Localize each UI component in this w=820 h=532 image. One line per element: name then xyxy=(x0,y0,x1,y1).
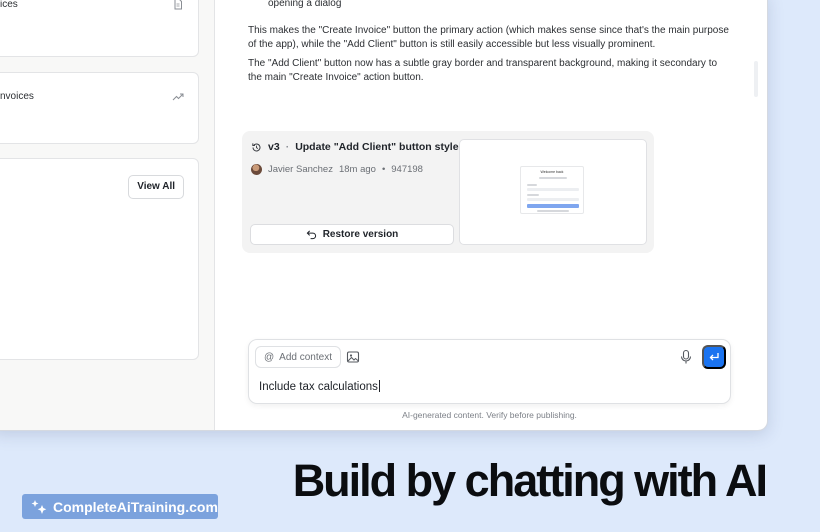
card-title: ices xyxy=(0,0,18,10)
preview-heading: Welcome back xyxy=(540,170,564,174)
avatar xyxy=(251,164,262,175)
separator: · xyxy=(285,141,290,153)
add-context-button[interactable]: @ Add context xyxy=(255,346,341,368)
text-caret xyxy=(378,380,380,392)
trend-up-icon xyxy=(172,93,184,101)
chat-bullet-text: opening a dialog xyxy=(268,0,342,9)
version-number: v3 xyxy=(268,141,280,153)
sparkle-logo-icon xyxy=(31,499,47,514)
view-all-button[interactable]: View All xyxy=(128,175,184,199)
version-title: Update "Add Client" button style xyxy=(295,141,459,153)
enter-icon xyxy=(709,353,719,361)
invoices-card[interactable]: ices xyxy=(0,0,199,57)
invoices-stats-card[interactable]: nvoices xyxy=(0,72,199,144)
brand-badge[interactable]: CompleteAiTraining.com xyxy=(22,494,218,519)
history-icon xyxy=(252,142,261,151)
chat-paragraph: This makes the "Create Invoice" button t… xyxy=(248,25,729,50)
promo-headline: Build by chatting with AI xyxy=(292,455,768,506)
prompt-input[interactable]: Include tax calculations xyxy=(259,380,380,393)
prompt-input-value: Include tax calculations xyxy=(259,381,378,393)
version-header: v3 · Update "Add Client" button style xyxy=(251,141,459,153)
app-window: ices nvoices View All opening a dialog T… xyxy=(0,0,768,431)
meta-separator: • xyxy=(381,164,386,175)
dashboard-pane: ices nvoices View All xyxy=(0,0,215,430)
add-context-label: Add context xyxy=(279,351,332,363)
scrollbar[interactable] xyxy=(754,61,758,97)
microphone-icon[interactable] xyxy=(679,349,693,365)
time-ago: 18m ago xyxy=(338,164,376,175)
recent-list-card: View All xyxy=(0,158,199,360)
at-icon: @ xyxy=(264,351,275,363)
login-preview: Welcome back xyxy=(520,166,584,214)
commit-hash: 947198 xyxy=(391,164,423,175)
version-meta: Javier Sanchez 18m ago • 947198 xyxy=(251,164,423,175)
document-icon xyxy=(174,0,182,10)
undo-icon xyxy=(306,230,316,240)
author-name: Javier Sanchez xyxy=(268,164,333,175)
brand-name: CompleteAiTraining.com xyxy=(53,498,218,515)
card-title: nvoices xyxy=(0,91,34,102)
image-icon[interactable] xyxy=(346,350,360,364)
chat-composer: @ Add context Include tax calculations xyxy=(248,339,731,404)
send-button[interactable] xyxy=(702,345,726,369)
version-card: v3 · Update "Add Client" button style Ja… xyxy=(242,131,654,253)
restore-label: Restore version xyxy=(322,229,399,240)
restore-version-button[interactable]: Restore version xyxy=(250,224,454,245)
ai-disclaimer: AI-generated content. Verify before publ… xyxy=(402,410,577,420)
version-preview-thumbnail[interactable]: Welcome back xyxy=(459,139,647,245)
chat-paragraph: The "Add Client" button now has a subtle… xyxy=(248,58,718,83)
